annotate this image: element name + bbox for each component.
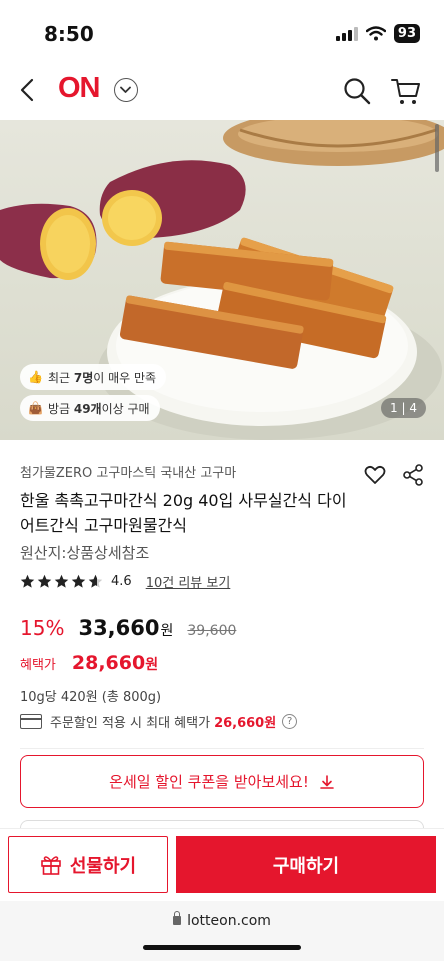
product-title: 한울 촉촉고구마간식 20g 40입 사무실간식 다이어트간식 고구마원물간식 — [20, 491, 347, 535]
unit-price: 10g당 420원 (총 800g) — [20, 690, 162, 705]
search-button[interactable] — [342, 76, 372, 106]
battery-indicator: 93 — [393, 24, 420, 43]
satisfaction-badge: 👍 최근 7명이 매우 만족 — [20, 364, 167, 390]
shopping-bag-icon: 👜 — [28, 401, 43, 415]
back-icon — [20, 78, 34, 102]
gift-label: 선물하기 — [69, 855, 137, 877]
signal-icon — [335, 26, 358, 41]
url-text: lotteon.com — [187, 913, 271, 929]
page-scrollbar[interactable] — [435, 124, 439, 172]
help-icon[interactable]: ? — [282, 714, 298, 729]
rating-row: 4.6 10건 리뷰 보기 — [20, 572, 230, 591]
star-icon — [54, 574, 69, 588]
status-bar: 8:50 93 — [0, 0, 444, 62]
back-button[interactable] — [14, 74, 44, 106]
lock-icon — [173, 911, 182, 925]
share-icon — [403, 464, 423, 486]
gift-button[interactable]: 선물하기 — [8, 836, 168, 893]
coupon-label: 온세일 할인 쿠폰을 받아보세요! — [109, 773, 309, 791]
currency-unit: 원 — [160, 623, 174, 639]
coupon-download-button[interactable]: 온세일 할인 쿠폰을 받아보세요! — [20, 755, 424, 808]
status-icons: 93 — [335, 24, 420, 43]
star-half-icon — [88, 574, 103, 588]
price-row: 15% 33,660 원 39,600 — [20, 616, 236, 640]
star-icon — [37, 574, 52, 588]
cart-button[interactable] — [390, 76, 422, 106]
max-benefit-row: 주문할인 적용 시 최대 혜택가 26,660원 ? — [20, 712, 298, 731]
status-time: 8:50 — [44, 22, 94, 46]
buy-button[interactable]: 구매하기 — [176, 836, 436, 893]
app-header: ON — [0, 62, 444, 120]
discount-rate: 15% — [20, 616, 65, 640]
search-icon — [344, 78, 371, 105]
original-price: 39,600 — [187, 623, 237, 639]
image-page-indicator: 1 | 4 — [381, 398, 426, 418]
heart-icon — [364, 465, 386, 484]
chevron-down-icon — [120, 86, 131, 93]
share-button[interactable] — [402, 464, 424, 486]
wifi-icon — [365, 26, 386, 41]
product-image-carousel[interactable]: 👍 최근 7명이 매우 만족 👜 방금 49개이상 구매 1 | 4 — [0, 120, 444, 440]
service-menu-button[interactable] — [114, 78, 138, 102]
star-icon — [71, 574, 86, 588]
bottom-action-bar: 선물하기 구매하기 — [0, 828, 444, 901]
purchase-badge: 👜 방금 49개이상 구매 — [20, 395, 160, 421]
benefit-label: 혜택가 — [20, 658, 56, 673]
product-keywords: 첨가물ZERO 고구마스틱 국내산 고구마 — [20, 466, 237, 481]
max-benefit-price: 26,660원 — [214, 716, 277, 731]
thumbs-up-icon: 👍 — [28, 370, 43, 384]
card-icon — [20, 714, 42, 729]
product-photo — [0, 120, 444, 440]
home-indicator[interactable] — [143, 945, 301, 950]
currency-unit: 원 — [145, 657, 159, 673]
product-origin: 원산지:상품상세참조 — [20, 544, 150, 562]
rating-score: 4.6 — [111, 574, 132, 589]
benefit-price-row: 혜택가 28,660 원 — [20, 652, 158, 674]
max-benefit-text: 주문할인 적용 시 최대 혜택가 — [50, 716, 211, 731]
lotteon-logo[interactable]: ON — [58, 72, 100, 105]
cart-icon — [391, 79, 420, 104]
sale-price: 33,660 — [78, 616, 160, 640]
browser-bar: lotteon.com — [0, 901, 444, 961]
address-bar[interactable]: lotteon.com — [0, 911, 444, 929]
wishlist-button[interactable] — [364, 464, 386, 486]
star-icon — [20, 574, 35, 588]
gift-icon — [41, 855, 61, 875]
benefit-price: 28,660 — [71, 652, 146, 674]
divider — [20, 748, 424, 749]
download-icon — [320, 774, 334, 789]
review-link[interactable]: 10건 리뷰 보기 — [146, 572, 231, 591]
